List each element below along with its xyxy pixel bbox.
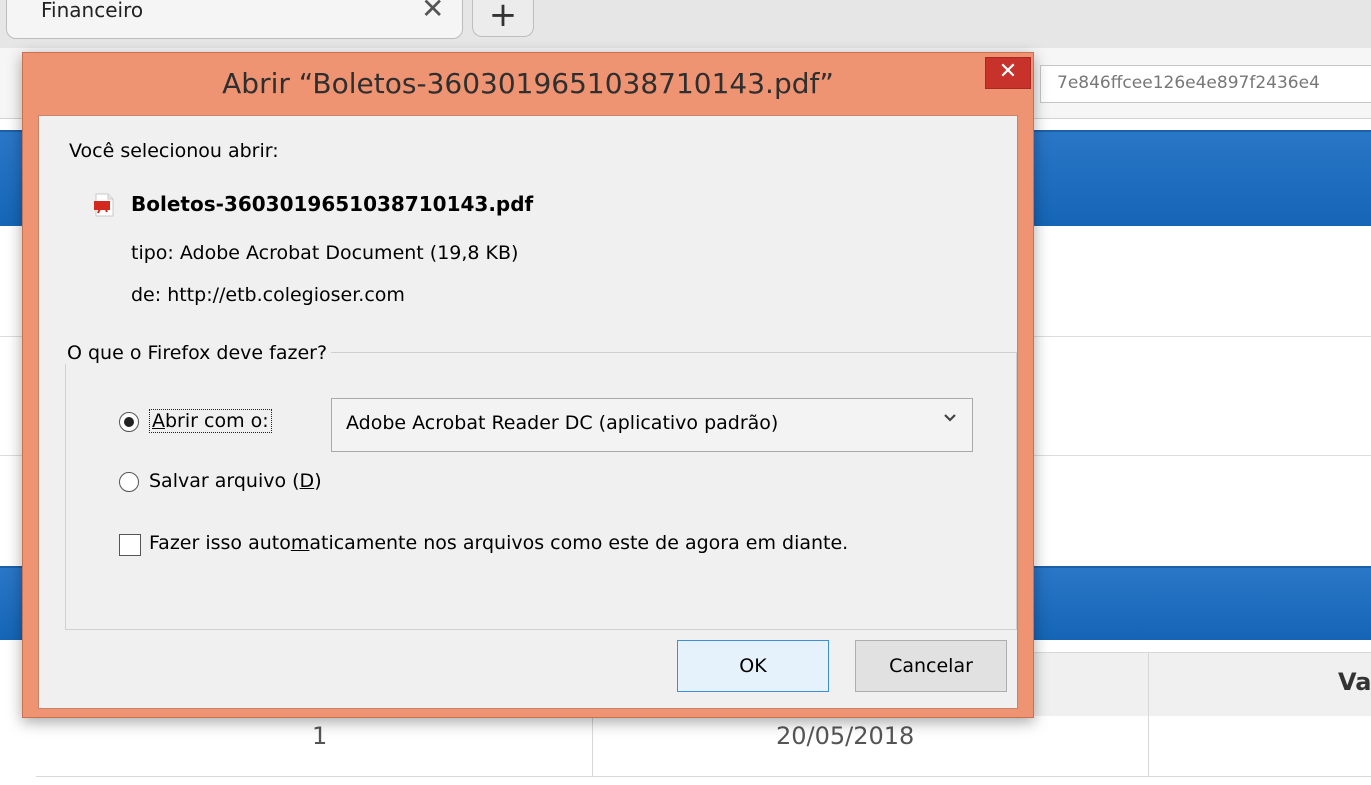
auto-label[interactable]: Fazer isso automaticamente nos arquivos … — [149, 532, 848, 554]
tab-financeiro[interactable]: Financeiro ✕ — [6, 0, 463, 39]
save-file-label[interactable]: Salvar arquivo (D) — [149, 470, 322, 492]
save-file-label-text: Salvar arquivo ( — [149, 470, 300, 492]
ok-button[interactable]: OK — [677, 640, 829, 692]
open-with-radio[interactable] — [119, 412, 139, 432]
cancel-button[interactable]: Cancelar — [855, 640, 1007, 692]
pdf-file-icon — [94, 193, 114, 217]
save-file-label-suffix: ) — [314, 470, 322, 492]
table-header-value: Va — [1338, 668, 1371, 696]
application-select-value: Adobe Acrobat Reader DC (aplicativo padr… — [346, 412, 779, 434]
open-file-dialog: Abrir “Boletos-3603019651038710143.pdf” … — [22, 52, 1034, 718]
open-with-accesskey: A — [152, 410, 165, 432]
open-with-label-rest: brir com o: — [165, 410, 269, 432]
auto-accesskey: m — [290, 532, 310, 554]
new-tab-button[interactable]: + — [472, 0, 534, 37]
address-bar[interactable]: 7e846ffcee126e4e897f2436e4 — [1040, 65, 1371, 103]
save-file-radio[interactable] — [119, 472, 139, 492]
application-select[interactable]: Adobe Acrobat Reader DC (aplicativo padr… — [331, 398, 973, 452]
close-button[interactable]: ✕ — [985, 57, 1031, 89]
open-with-label[interactable]: Abrir com o: — [149, 409, 272, 433]
file-source: de: http://etb.colegioser.com — [131, 284, 405, 306]
auto-label-text: Fazer isso auto — [149, 532, 291, 554]
action-group-label: O que o Firefox deve fazer? — [63, 342, 332, 364]
tab-close-icon[interactable]: ✕ — [421, 0, 444, 24]
table-cell-date: 20/05/2018 — [776, 722, 915, 750]
save-file-accesskey: D — [299, 470, 315, 492]
table-row — [36, 716, 1371, 777]
dialog-body: Você selecionou abrir: Boletos-360301965… — [38, 115, 1018, 709]
column-divider — [1148, 652, 1149, 777]
file-name: Boletos-3603019651038710143.pdf — [131, 192, 534, 216]
auto-label-suffix: aticamente nos arquivos como este de ago… — [309, 532, 849, 554]
url-text: 7e846ffcee126e4e897f2436e4 — [1057, 73, 1320, 93]
auto-checkbox[interactable] — [119, 534, 141, 556]
dialog-title: Abrir “Boletos-3603019651038710143.pdf” — [222, 67, 834, 100]
chevron-down-icon — [942, 409, 958, 430]
tab-title: Financeiro — [41, 0, 144, 22]
file-type: tipo: Adobe Acrobat Document (19,8 KB) — [131, 242, 519, 264]
table-cell-number: 1 — [312, 722, 328, 750]
intro-text: Você selecionou abrir: — [69, 140, 279, 162]
tab-strip: Financeiro ✕ + — [0, 0, 1371, 49]
